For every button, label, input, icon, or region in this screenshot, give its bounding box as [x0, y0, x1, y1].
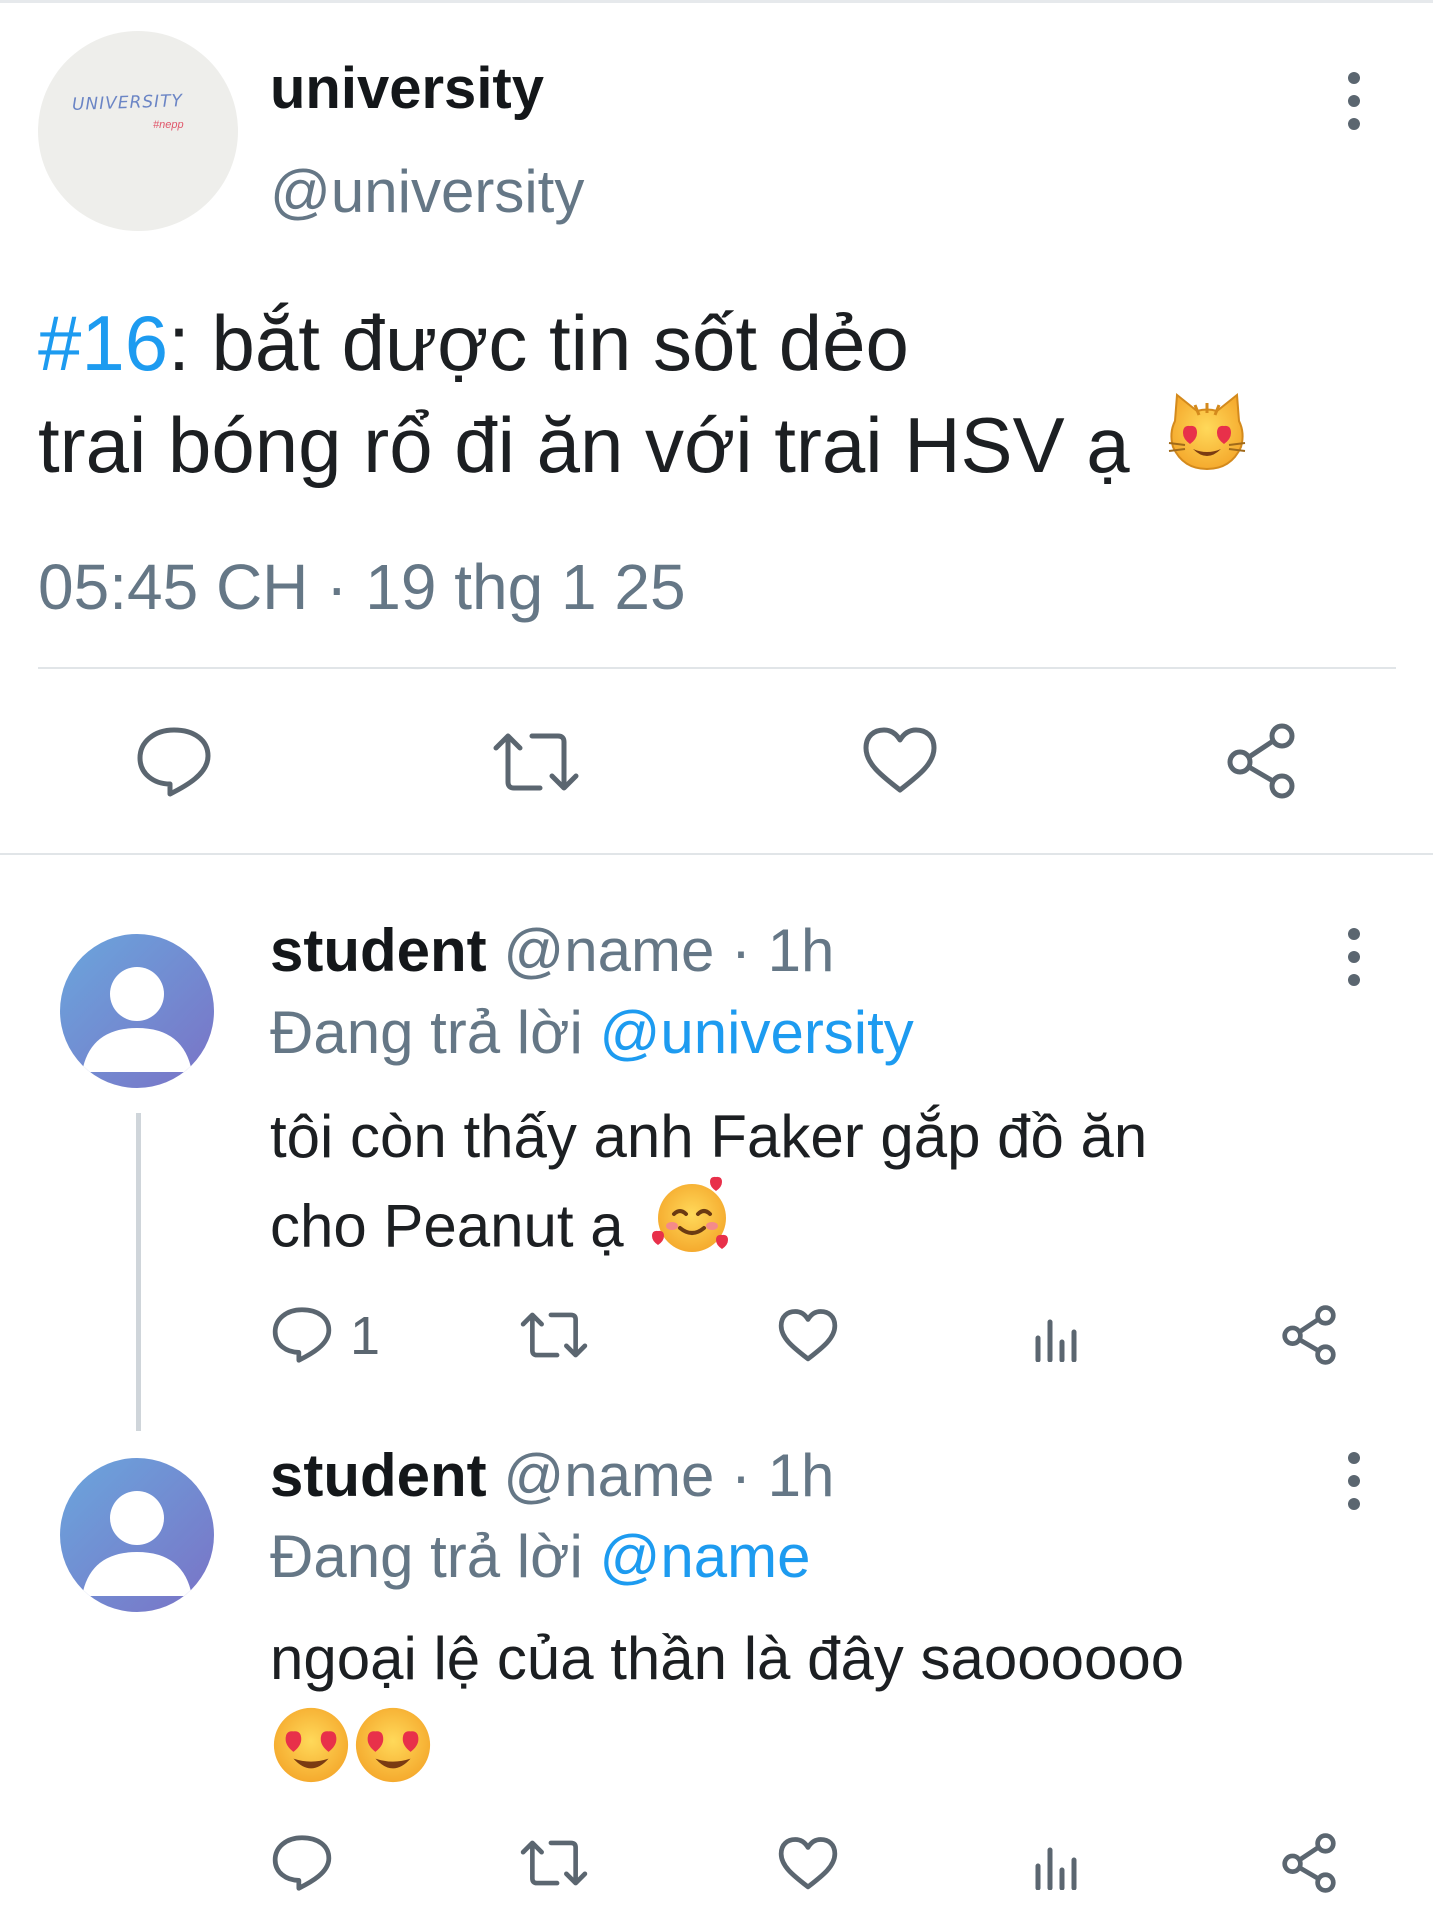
reply-text-line2: cho Peanut ạ [270, 1192, 624, 1260]
retweet-icon[interactable] [520, 1838, 588, 1888]
more-options-icon[interactable] [1346, 1452, 1362, 1521]
replying-prefix: Đang trả lời [270, 999, 600, 1066]
share-icon[interactable] [1280, 1832, 1338, 1894]
reply-text-line1: ngoại lệ của thần là đây saoooooo [270, 1625, 1185, 1692]
retweet-icon[interactable] [520, 1310, 588, 1360]
replying-to-link[interactable]: @name [599, 1523, 810, 1590]
avatar-text: UNIVERSITY [71, 91, 184, 115]
avatar[interactable] [60, 1458, 214, 1612]
avatar-subtext: #nepp [153, 119, 184, 131]
replying-to: Đang trả lời @name [270, 1522, 810, 1592]
more-options-icon[interactable] [1346, 928, 1362, 997]
reply-text-line1: tôi còn thấy anh Faker gắp đồ ăn [270, 1103, 1148, 1170]
heart-eyes-icon [352, 1704, 434, 1807]
like-icon[interactable] [862, 726, 938, 796]
reply-icon[interactable] [136, 726, 212, 798]
reply-header: student @name · 1h [270, 1441, 834, 1511]
smiling-face-with-hearts-icon [650, 1174, 734, 1279]
handle-time: @name · 1h [486, 917, 835, 984]
views-icon[interactable] [1034, 1838, 1080, 1890]
display-name[interactable]: student [270, 917, 487, 984]
share-icon[interactable] [1224, 722, 1298, 800]
reply-text: ngoại lệ của thần là đây saoooooo [270, 1618, 1184, 1807]
display-name[interactable]: university [270, 54, 544, 124]
heart-eyes-icon [270, 1704, 352, 1807]
reply-text: tôi còn thấy anh Faker gắp đồ ăn cho Pea… [270, 1096, 1147, 1283]
like-icon[interactable] [778, 1308, 838, 1364]
hashtag-link[interactable]: #16 [38, 299, 168, 387]
views-icon[interactable] [1034, 1310, 1080, 1362]
divider [0, 853, 1433, 855]
display-name[interactable]: student [270, 1442, 487, 1509]
more-options-icon[interactable] [1346, 72, 1362, 141]
tweet-text: #16: bắt được tin sốt dẻo trai bóng rổ đ… [38, 292, 1418, 505]
replying-to: Đang trả lời @university [270, 998, 914, 1068]
avatar[interactable] [60, 934, 214, 1088]
replying-to-link[interactable]: @university [599, 999, 913, 1066]
like-icon[interactable] [778, 1836, 838, 1892]
tweet-text-line1: : bắt được tin sốt dẻo [168, 299, 909, 387]
reply-icon[interactable] [272, 1306, 332, 1364]
tweet-timestamp[interactable]: 05:45 CH · 19 thg 1 25 [38, 552, 686, 622]
handle-time: @name · 1h [486, 1442, 835, 1509]
account-avatar[interactable]: UNIVERSITY #nepp [38, 31, 238, 231]
share-icon[interactable] [1280, 1304, 1338, 1366]
top-divider [0, 0, 1433, 3]
thread-connector [136, 1113, 141, 1431]
user-handle[interactable]: @university [270, 157, 584, 227]
reply-icon[interactable] [272, 1834, 332, 1892]
divider [38, 667, 1396, 669]
retweet-icon[interactable] [492, 730, 580, 794]
reply-header: student @name · 1h [270, 916, 834, 986]
reply-count: 1 [350, 1306, 381, 1366]
heart-eyes-cat-icon [1165, 391, 1249, 499]
replying-prefix: Đang trả lời [270, 1523, 600, 1590]
tweet-text-line2: trai bóng rổ đi ăn với trai HSV ạ [38, 401, 1130, 489]
